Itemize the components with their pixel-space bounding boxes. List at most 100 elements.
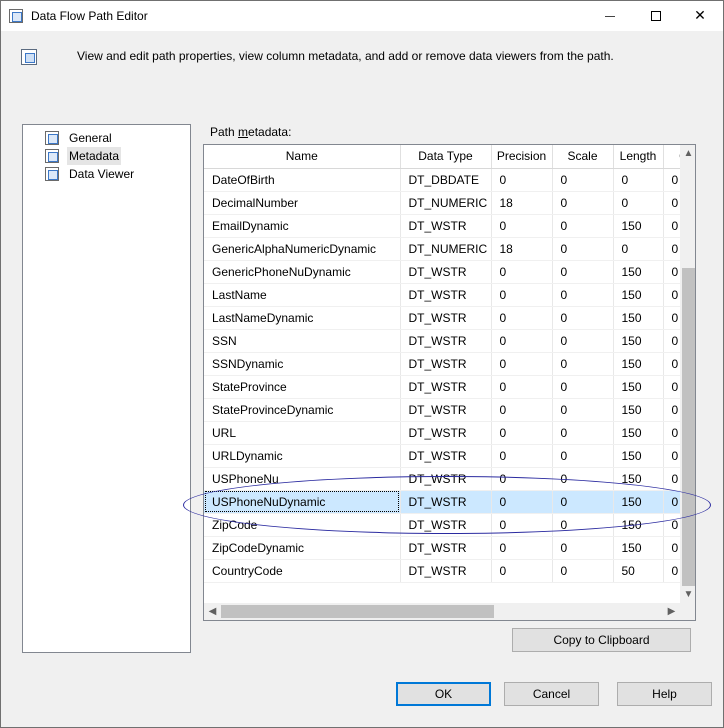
table-row[interactable]: StateProvinceDynamic DT_WSTR 0 0 150 0 — [204, 398, 680, 422]
table-cell: 0 — [663, 306, 680, 330]
table-cell: 0 — [552, 237, 614, 261]
table-cell: 0 — [663, 352, 680, 376]
table-cell: 0 — [663, 375, 680, 399]
table-cell: 0 — [491, 375, 553, 399]
vertical-scrollbar[interactable]: ▲ ▼ — [680, 145, 695, 603]
nav-item-label: General — [69, 131, 112, 145]
table-row[interactable]: USPhoneNu DT_WSTR 0 0 150 0 — [204, 467, 680, 491]
table-cell: 0 — [552, 352, 614, 376]
close-icon: ✕ — [694, 8, 706, 24]
close-button[interactable]: ✕ — [677, 1, 723, 31]
page-navigation: General Metadata Data Viewer — [22, 124, 191, 653]
table-cell: 150 — [613, 352, 664, 376]
table-cell: 0 — [491, 168, 553, 192]
table-row[interactable]: DecimalNumber DT_NUMERIC 18 0 0 0 — [204, 191, 680, 215]
scroll-down-icon[interactable]: ▼ — [680, 586, 695, 603]
minimize-button[interactable] — [587, 1, 633, 31]
scroll-corner — [680, 603, 695, 620]
table-row[interactable]: ZipCode DT_WSTR 0 0 150 0 — [204, 513, 680, 537]
table-row[interactable]: DateOfBirth DT_DBDATE 0 0 0 0 — [204, 168, 680, 192]
table-cell: DT_WSTR — [400, 306, 492, 330]
page-icon — [45, 167, 59, 181]
table-cell: 0 — [552, 375, 614, 399]
table-row[interactable]: EmailDynamic DT_WSTR 0 0 150 0 — [204, 214, 680, 238]
table-cell: 0 — [491, 329, 553, 353]
path-metadata-label: Path metadata: — [210, 125, 292, 139]
scroll-up-icon[interactable]: ▲ — [680, 145, 695, 162]
help-button[interactable]: Help — [617, 682, 712, 706]
table-row[interactable]: USPhoneNuDynamic DT_WSTR 0 0 150 0 — [204, 490, 680, 514]
table-cell: 0 — [552, 421, 614, 445]
table-cell: DT_WSTR — [400, 398, 492, 422]
table-row[interactable]: LastNameDynamic DT_WSTR 0 0 150 0 — [204, 306, 680, 330]
window-title: Data Flow Path Editor — [31, 9, 148, 23]
column-header[interactable]: Data Type — [400, 145, 492, 169]
table-cell: 150 — [613, 214, 664, 238]
table-row[interactable]: SSNDynamic DT_WSTR 0 0 150 0 — [204, 352, 680, 376]
table-row[interactable]: LastName DT_WSTR 0 0 150 0 — [204, 283, 680, 307]
metadata-grid[interactable]: Name Data Type Precision Scale Length C … — [203, 144, 696, 621]
ok-button[interactable]: OK — [396, 682, 491, 706]
cancel-button[interactable]: Cancel — [504, 682, 599, 706]
maximize-button[interactable] — [633, 1, 679, 31]
table-cell: LastNameDynamic — [204, 306, 401, 330]
table-cell: 0 — [552, 398, 614, 422]
table-cell: 150 — [613, 329, 664, 353]
table-cell: 0 — [552, 536, 614, 560]
table-cell: 0 — [663, 444, 680, 468]
minimize-icon — [605, 15, 615, 17]
table-cell: 0 — [613, 191, 664, 215]
table-row[interactable]: URL DT_WSTR 0 0 150 0 — [204, 421, 680, 445]
table-cell: DT_WSTR — [400, 214, 492, 238]
table-row[interactable]: URLDynamic DT_WSTR 0 0 150 0 — [204, 444, 680, 468]
table-cell: DT_WSTR — [400, 513, 492, 537]
column-header[interactable]: C — [663, 145, 680, 169]
table-cell: USPhoneNuDynamic — [204, 490, 401, 514]
table-cell: 0 — [552, 513, 614, 537]
table-cell: DT_WSTR — [400, 444, 492, 468]
dialog-window: Data Flow Path Editor ✕ View and edit pa… — [0, 0, 724, 728]
table-cell: DT_WSTR — [400, 490, 492, 514]
table-cell: 0 — [663, 513, 680, 537]
column-header[interactable]: Name — [204, 145, 401, 169]
table-cell: 0 — [663, 490, 680, 514]
table-row[interactable]: StateProvince DT_WSTR 0 0 150 0 — [204, 375, 680, 399]
app-icon — [9, 9, 23, 23]
table-cell: ZipCode — [204, 513, 401, 537]
table-cell: 150 — [613, 260, 664, 284]
copy-to-clipboard-button[interactable]: Copy to Clipboard — [512, 628, 691, 652]
table-cell: 0 — [491, 490, 553, 514]
table-cell: URLDynamic — [204, 444, 401, 468]
scroll-right-icon[interactable]: ▶ — [663, 603, 680, 620]
column-header[interactable]: Precision — [491, 145, 553, 169]
table-cell: SSN — [204, 329, 401, 353]
table-cell: 150 — [613, 536, 664, 560]
horizontal-scroll-thumb[interactable] — [221, 605, 494, 618]
table-cell: ZipCodeDynamic — [204, 536, 401, 560]
table-row[interactable]: GenericAlphaNumericDynamic DT_NUMERIC 18 0 0… — [204, 237, 680, 261]
header-description: View and edit path properties, view colu… — [77, 49, 614, 63]
vertical-scroll-thumb[interactable] — [682, 268, 695, 586]
table-cell: GenericAlphaNumericDynamic — [204, 237, 401, 261]
table-row[interactable]: SSN DT_WSTR 0 0 150 0 — [204, 329, 680, 353]
table-row[interactable]: ZipCodeDynamic DT_WSTR 0 0 150 0 — [204, 536, 680, 560]
table-cell: 0 — [663, 283, 680, 307]
column-header[interactable]: Scale — [552, 145, 614, 169]
table-cell: 0 — [663, 329, 680, 353]
table-cell: DT_WSTR — [400, 329, 492, 353]
horizontal-scrollbar[interactable]: ◀ ▶ — [204, 603, 680, 620]
scroll-left-icon[interactable]: ◀ — [204, 603, 221, 620]
table-cell: 18 — [491, 237, 553, 261]
table-cell: 0 — [491, 536, 553, 560]
table-row[interactable]: GenericPhoneNuDynamic DT_WSTR 0 0 150 0 — [204, 260, 680, 284]
table-cell: 0 — [552, 260, 614, 284]
column-header[interactable]: Length — [613, 145, 664, 169]
table-cell: CountryCode — [204, 559, 401, 583]
page-icon — [45, 131, 59, 145]
table-cell: 0 — [491, 467, 553, 491]
table-cell: 0 — [552, 283, 614, 307]
table-cell: DecimalNumber — [204, 191, 401, 215]
table-cell: EmailDynamic — [204, 214, 401, 238]
table-row[interactable]: CountryCode DT_WSTR 0 0 50 0 — [204, 559, 680, 583]
table-cell: 150 — [613, 444, 664, 468]
